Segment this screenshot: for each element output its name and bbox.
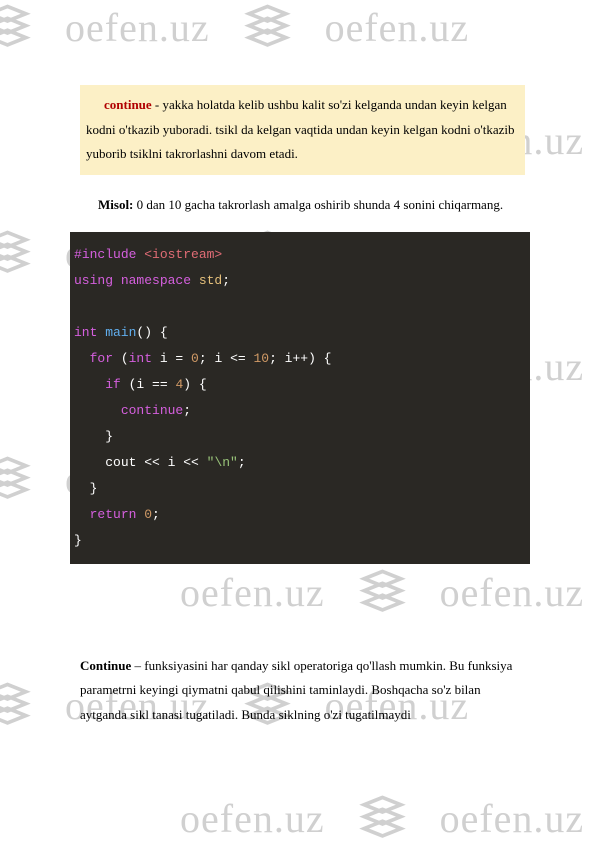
misol-text: 0 dan 10 gacha takrorlash amalga oshirib… [133,197,503,212]
main-content: continue - yakka holatda kelib ushbu kal… [0,0,595,728]
stack-icon [355,791,410,846]
misol-label: Misol: [98,197,133,212]
explanation-paragraph: Continue – funksiyasini har qanday sikl … [80,654,525,728]
keyword-continue: continue [104,97,152,112]
watermark-text: oefen.uz [180,795,325,842]
explanation-text: – funksiyasini har qanday sikl operatori… [80,658,512,722]
highlight-definition: continue - yakka holatda kelib ushbu kal… [80,85,525,175]
watermark-text: oefen.uz [440,795,585,842]
code-example: #include <iostream> using namespace std;… [70,232,530,564]
example-prompt: Misol: 0 dan 10 gacha takrorlash amalga … [80,193,525,218]
continue-bold: Continue [80,658,131,673]
